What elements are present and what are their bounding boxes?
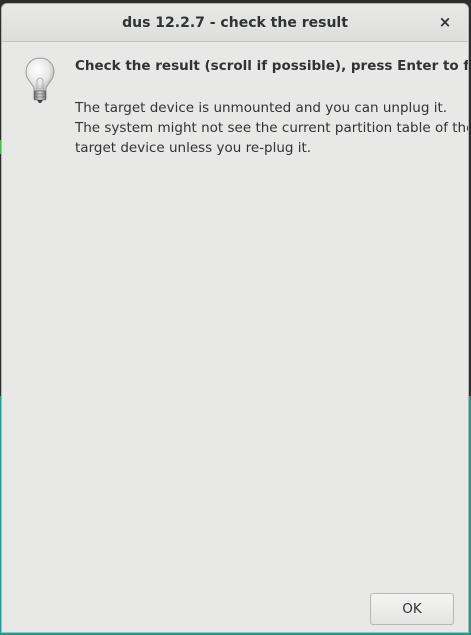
dialog-window: dus 12.2.7 - check the result × Check th… [1,3,469,633]
window-title: dus 12.2.7 - check the result [122,14,348,31]
close-icon[interactable]: × [436,13,454,31]
message-line: target device unless you re-plug it. [75,140,312,156]
message-line: The target device is unmounted and you c… [75,100,448,116]
ok-button[interactable]: OK [370,593,454,625]
lightbulb-icon [25,57,55,103]
dialog-message: The target device is unmounted and you c… [75,98,469,158]
dialog-heading: Check the result (scroll if possible), p… [75,58,469,74]
title-bar[interactable]: dus 12.2.7 - check the result × [2,4,468,42]
message-line: The system might not see the current par… [75,120,469,136]
